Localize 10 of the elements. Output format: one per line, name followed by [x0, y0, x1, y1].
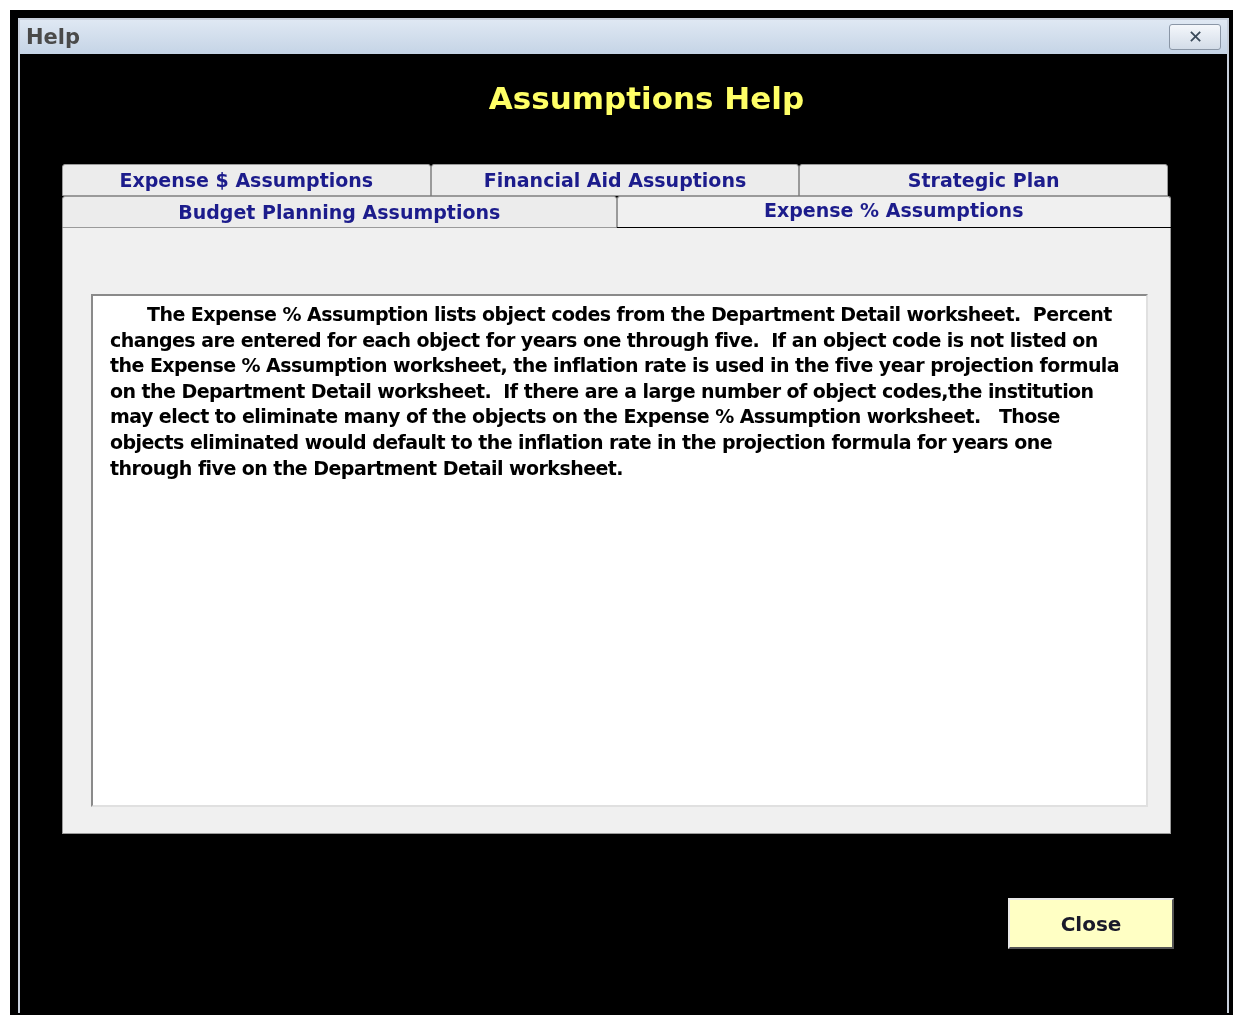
- tab[interactable]: Expense $ Assumptions: [62, 164, 431, 196]
- close-icon[interactable]: ✕: [1169, 24, 1221, 50]
- help-text: The Expense % Assumption lists object codes from the Department Detail worksheet. Percent changes are entered for each object for years one through five. If an object code is not listed on the Expense % Assumption worksheet, the inflation rate is used in the five year projection formula on the Department Detail worksheet. If there are a large number of object codes,the institution may elect to eliminate many of the objects on the Expense % Assumption worksheet. Those objects eliminated would default to the inflation rate in the projection formula for years one through five on the Department Detail worksheet.: [110, 302, 1121, 481]
- tab[interactable]: Financial Aid Assuptions: [430, 164, 800, 196]
- close-button[interactable]: Close: [1008, 898, 1174, 949]
- tab[interactable]: Strategic Plan: [799, 164, 1168, 196]
- tab[interactable]: Budget Planning Assumptions: [62, 196, 617, 228]
- window-title: Help: [26, 25, 81, 49]
- dialog-heading: Assumptions Help: [488, 80, 805, 116]
- tab[interactable]: Expense % Assumptions: [616, 196, 1171, 227]
